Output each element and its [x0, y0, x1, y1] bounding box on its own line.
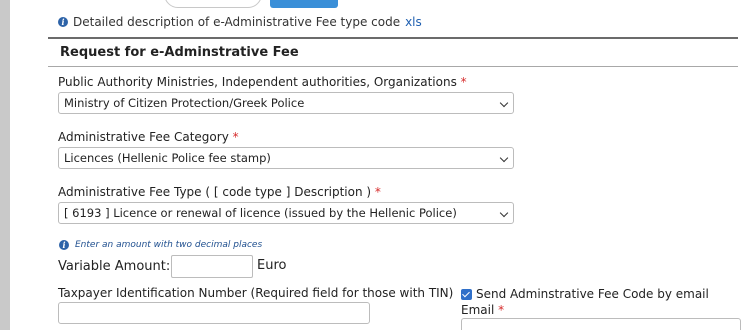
authority-select[interactable]: Ministry of Citizen Protection/Greek Pol…: [58, 92, 514, 114]
cut-off-input[interactable]: [164, 0, 262, 8]
fee-type-select[interactable]: [ 6193 ] Licence or renewal of licence (…: [58, 202, 514, 224]
authority-select-value: Ministry of Citizen Protection/Greek Pol…: [64, 96, 305, 110]
category-select[interactable]: Licences (Hellenic Police fee stamp): [58, 147, 514, 169]
fee-type-label: Administrative Fee Type ( [ code type ] …: [58, 185, 381, 199]
chevron-down-icon: [499, 98, 509, 108]
variable-amount-label: Variable Amount:: [58, 259, 171, 274]
info-icon: i: [59, 240, 69, 250]
authority-label: Public Authority Ministries, Independent…: [58, 75, 467, 89]
required-mark: *: [498, 303, 505, 317]
variable-amount-input[interactable]: [171, 255, 253, 278]
email-label: Email *: [461, 303, 505, 317]
email-input[interactable]: [461, 318, 741, 330]
chevron-down-icon: [499, 153, 509, 163]
category-label: Administrative Fee Category *: [58, 130, 239, 144]
xls-link[interactable]: xls: [405, 15, 422, 29]
fee-code-description-text: Detailed description of e-Administrative…: [73, 15, 401, 29]
info-icon: i: [58, 17, 68, 27]
section-divider-top: [48, 37, 738, 39]
section-title: Request for e-Adminstrative Fee: [60, 45, 299, 60]
amount-hint: i Enter an amount with two decimal place…: [59, 240, 262, 250]
section-divider-bottom: [48, 66, 738, 67]
required-mark: *: [460, 75, 467, 89]
tin-label: Taxpayer Identification Number (Required…: [58, 286, 454, 300]
fee-type-select-value: [ 6193 ] Licence or renewal of licence (…: [64, 206, 457, 220]
fee-code-description-line: i Detailed description of e-Administrati…: [58, 15, 422, 29]
category-select-value: Licences (Hellenic Police fee stamp): [64, 151, 271, 165]
required-mark: *: [232, 130, 239, 144]
currency-label: Euro: [257, 258, 287, 273]
send-email-label: Send Adminstrative Fee Code by email: [476, 287, 709, 301]
checkbox-checked-icon[interactable]: [461, 288, 472, 300]
amount-hint-text: Enter an amount with two decimal places: [75, 240, 263, 250]
send-email-row[interactable]: Send Adminstrative Fee Code by email: [461, 287, 709, 301]
chevron-down-icon: [499, 208, 509, 218]
tin-input[interactable]: [58, 302, 370, 324]
required-mark: *: [374, 185, 381, 199]
cut-off-button[interactable]: [270, 0, 338, 8]
